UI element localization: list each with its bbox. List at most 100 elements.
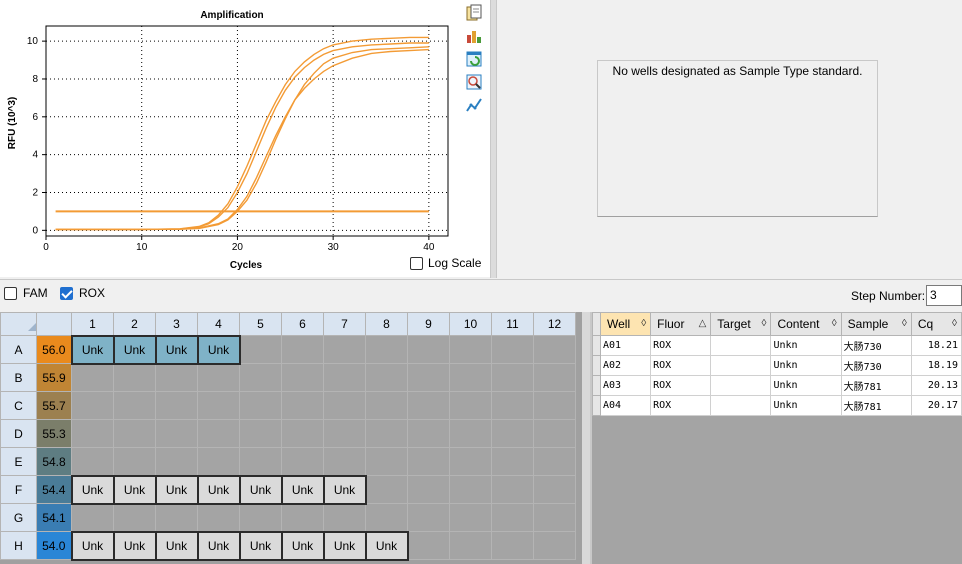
- plate-row-header[interactable]: D: [0, 419, 37, 448]
- plate-well[interactable]: [239, 391, 282, 420]
- plate-well[interactable]: [365, 447, 408, 476]
- plate-well[interactable]: [323, 391, 366, 420]
- plate-well[interactable]: [113, 419, 156, 448]
- row-selector[interactable]: [591, 335, 602, 356]
- plate-well[interactable]: [113, 503, 156, 532]
- sort-icon[interactable]: ◊: [641, 318, 646, 329]
- plate-well[interactable]: Unk: [70, 334, 115, 365]
- plate-row-header[interactable]: H: [0, 531, 37, 560]
- series-icon[interactable]: [462, 94, 486, 116]
- plate-well[interactable]: [281, 503, 324, 532]
- plate-well[interactable]: [281, 391, 324, 420]
- plate-well[interactable]: [533, 335, 576, 364]
- plate-well[interactable]: [197, 363, 240, 392]
- plate-well[interactable]: Unk: [154, 474, 199, 505]
- plate-well[interactable]: [281, 363, 324, 392]
- plate-column-header[interactable]: 4: [197, 312, 240, 336]
- plate-column-header[interactable]: 6: [281, 312, 324, 336]
- plate-row-header[interactable]: A: [0, 335, 37, 364]
- results-column-header[interactable]: Target ◊: [710, 312, 772, 336]
- plate-well[interactable]: [449, 335, 492, 364]
- results-column-header[interactable]: Cq ◊: [910, 312, 962, 336]
- plate-well[interactable]: [491, 447, 534, 476]
- plate-well[interactable]: [407, 531, 450, 560]
- plate-well[interactable]: [491, 503, 534, 532]
- plate-well[interactable]: [449, 363, 492, 392]
- plate-well[interactable]: [155, 391, 198, 420]
- fam-checkbox[interactable]: [4, 286, 17, 300]
- plate-well[interactable]: Unk: [70, 474, 115, 505]
- refresh-icon[interactable]: [462, 48, 486, 70]
- plate-well[interactable]: [323, 363, 366, 392]
- plate-well[interactable]: [533, 475, 576, 504]
- plate-well[interactable]: [323, 335, 366, 364]
- plate-column-header[interactable]: 7: [323, 312, 366, 336]
- plate-well[interactable]: [71, 503, 114, 532]
- plate-well[interactable]: [239, 447, 282, 476]
- plate-well[interactable]: [71, 447, 114, 476]
- zoom-icon[interactable]: [462, 71, 486, 93]
- plate-well[interactable]: [449, 503, 492, 532]
- plate-well[interactable]: [155, 447, 198, 476]
- plate-column-header[interactable]: 5: [239, 312, 282, 336]
- plate-well[interactable]: [407, 363, 450, 392]
- plate-well[interactable]: [365, 419, 408, 448]
- plate-well[interactable]: [155, 363, 198, 392]
- table-row[interactable]: A04 ROX Unkn 大肠781 20.17: [591, 395, 962, 416]
- plate-well[interactable]: Unk: [112, 334, 157, 365]
- log-scale-checkbox[interactable]: [410, 256, 423, 270]
- plate-well[interactable]: [533, 363, 576, 392]
- plate-well[interactable]: [491, 391, 534, 420]
- plate-corner[interactable]: [0, 312, 37, 336]
- plate-well[interactable]: Unk: [196, 474, 241, 505]
- plate-well[interactable]: [365, 503, 408, 532]
- rox-checkbox[interactable]: [60, 286, 73, 300]
- plate-well[interactable]: [407, 391, 450, 420]
- plate-well[interactable]: [281, 419, 324, 448]
- copy-icon[interactable]: [462, 2, 486, 24]
- plate-well[interactable]: [155, 503, 198, 532]
- sort-icon[interactable]: △: [699, 318, 707, 329]
- plate-well[interactable]: [239, 419, 282, 448]
- fluor-option-rox[interactable]: ROX: [60, 286, 105, 300]
- plate-well[interactable]: Unk: [280, 474, 325, 505]
- plate-well[interactable]: [407, 503, 450, 532]
- plate-well[interactable]: [281, 335, 324, 364]
- plate-well[interactable]: Unk: [238, 530, 283, 561]
- plate-well[interactable]: Unk: [364, 530, 409, 561]
- plate-row-header[interactable]: B: [0, 363, 37, 392]
- plate-well[interactable]: [449, 419, 492, 448]
- plate-well[interactable]: Unk: [154, 530, 199, 561]
- plate-well[interactable]: Unk: [196, 530, 241, 561]
- results-column-header[interactable]: Content ◊: [770, 312, 842, 336]
- plate-well[interactable]: [449, 531, 492, 560]
- plate-row-header[interactable]: E: [0, 447, 37, 476]
- sort-icon[interactable]: ◊: [952, 318, 957, 329]
- plate-column-header[interactable]: 12: [533, 312, 576, 336]
- vertical-splitter[interactable]: [490, 0, 497, 278]
- plate-row-header[interactable]: F: [0, 475, 37, 504]
- fluor-option-fam[interactable]: FAM: [4, 286, 48, 300]
- plate-well[interactable]: [281, 447, 324, 476]
- plate-well[interactable]: Unk: [70, 530, 115, 561]
- export-icon[interactable]: [462, 25, 486, 47]
- plate-well[interactable]: [365, 391, 408, 420]
- plate-well[interactable]: [197, 503, 240, 532]
- plate-well[interactable]: [365, 475, 408, 504]
- plate-well[interactable]: [533, 447, 576, 476]
- plate-well[interactable]: [533, 419, 576, 448]
- table-row[interactable]: A02 ROX Unkn 大肠730 18.19: [591, 355, 962, 376]
- sort-icon[interactable]: ◊: [832, 318, 837, 329]
- results-column-header[interactable]: Sample ◊: [840, 312, 912, 336]
- plate-well[interactable]: [113, 363, 156, 392]
- row-selector[interactable]: [591, 395, 602, 416]
- plate-well[interactable]: Unk: [322, 530, 367, 561]
- table-row[interactable]: A01 ROX Unkn 大肠730 18.21: [591, 335, 962, 356]
- plate-well[interactable]: [449, 391, 492, 420]
- plate-well[interactable]: [491, 475, 534, 504]
- plate-well[interactable]: Unk: [154, 334, 199, 365]
- plate-well[interactable]: [491, 419, 534, 448]
- plate-well[interactable]: [407, 475, 450, 504]
- plate-well[interactable]: [323, 419, 366, 448]
- plate-well[interactable]: [239, 363, 282, 392]
